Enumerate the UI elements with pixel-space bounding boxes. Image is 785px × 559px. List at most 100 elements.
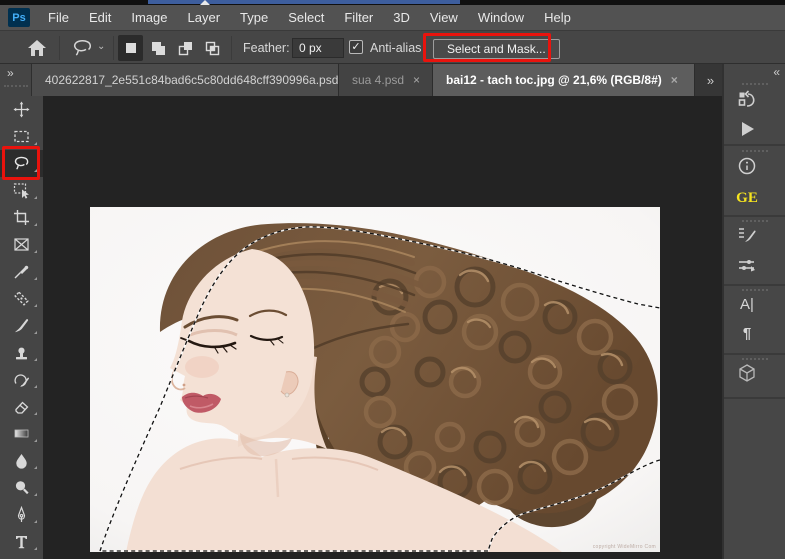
menu-3d[interactable]: 3D <box>383 7 420 28</box>
tab-overflow-icon[interactable]: » <box>697 64 722 96</box>
clone-stamp-tool[interactable] <box>0 339 43 366</box>
flyout-indicator <box>34 169 37 172</box>
flyout-indicator <box>34 466 37 469</box>
panel-group-grip[interactable] <box>742 150 768 152</box>
menu-select[interactable]: Select <box>278 7 334 28</box>
menu-type[interactable]: Type <box>230 7 278 28</box>
eyedropper-tool[interactable] <box>0 258 43 285</box>
history-brush-tool[interactable] <box>0 366 43 393</box>
brush-settings-panel-icon[interactable] <box>733 222 761 248</box>
toolbar-expand-icon[interactable]: » <box>7 66 14 80</box>
menu-layer[interactable]: Layer <box>178 7 231 28</box>
document-tab-2[interactable]: sua 4.psd × <box>339 64 433 96</box>
flyout-indicator <box>34 547 37 550</box>
pen-tool[interactable] <box>0 501 43 528</box>
separator <box>59 36 60 60</box>
flyout-indicator <box>34 331 37 334</box>
object-selection-tool[interactable] <box>0 177 43 204</box>
panel-divider <box>724 284 785 286</box>
tool-options-bar: ⌄ Feather: ✓ Anti-alias Select and Mask.… <box>0 30 785 64</box>
separator <box>231 36 232 60</box>
eraser-tool[interactable] <box>0 393 43 420</box>
select-and-mask-button[interactable]: Select and Mask... <box>433 39 560 59</box>
menu-help[interactable]: Help <box>534 7 581 28</box>
menu-file[interactable]: File <box>38 7 79 28</box>
type-tool[interactable] <box>0 528 43 555</box>
add-to-selection-mode-button[interactable] <box>145 35 170 61</box>
tab-title: 402622817_2e551c84bad6c5c80dd648cff39099… <box>45 73 339 87</box>
menu-bar: Ps File Edit Image Layer Type Select Fil… <box>0 5 785 30</box>
crop-tool[interactable] <box>0 204 43 231</box>
anti-alias-checkbox[interactable]: ✓ <box>349 40 363 54</box>
flyout-indicator <box>34 142 37 145</box>
document-tab-3-active[interactable]: bai12 - tach toc.jpg @ 21,6% (RGB/8#) × <box>433 64 695 96</box>
new-selection-mode-button[interactable] <box>118 35 143 61</box>
flyout-indicator <box>34 223 37 226</box>
home-icon[interactable] <box>26 38 48 58</box>
dock-collapse-icon[interactable]: « <box>773 65 780 79</box>
flyout-indicator <box>34 439 37 442</box>
path-selection-tool[interactable] <box>0 555 43 559</box>
portrait-photo <box>90 207 660 552</box>
tools-panel <box>0 96 43 559</box>
menu-filter[interactable]: Filter <box>334 7 383 28</box>
flyout-indicator <box>34 493 37 496</box>
background-window-strip <box>148 0 460 4</box>
photoshop-window: Ps File Edit Image Layer Type Select Fil… <box>0 0 785 559</box>
lasso-tool-icon[interactable] <box>70 38 94 58</box>
paragraph-panel-icon[interactable]: ¶ <box>733 320 761 346</box>
brush-tool[interactable] <box>0 312 43 339</box>
tab-title: bai12 - tach toc.jpg @ 21,6% (RGB/8#) <box>446 73 662 87</box>
spot-healing-brush-tool[interactable] <box>0 285 43 312</box>
menu-image[interactable]: Image <box>121 7 177 28</box>
panel-group-grip[interactable] <box>742 83 768 85</box>
panel-dock: « GE A| ¶ <box>722 64 785 559</box>
intersect-selection-mode-button[interactable] <box>199 35 224 61</box>
menu-window[interactable]: Window <box>468 7 534 28</box>
document-tab-1[interactable]: 402622817_2e551c84bad6c5c80dd648cff39099… <box>32 64 339 96</box>
photo-watermark: copyright WideMirro Com <box>592 544 656 550</box>
menu-view[interactable]: View <box>420 7 468 28</box>
flyout-indicator <box>34 250 37 253</box>
chevron-down-icon[interactable]: ⌄ <box>97 41 105 52</box>
character-panel-icon[interactable]: A| <box>733 291 761 317</box>
anti-alias-label: Anti-alias <box>370 41 422 55</box>
3d-panel-icon[interactable] <box>733 360 761 386</box>
document-image[interactable]: copyright WideMirro Com <box>90 207 660 552</box>
toolbar-grip[interactable] <box>4 85 28 87</box>
toolbar-header[interactable]: » <box>0 64 32 96</box>
flyout-indicator <box>34 358 37 361</box>
panel-divider <box>724 353 785 355</box>
panel-divider <box>724 397 785 399</box>
menu-edit[interactable]: Edit <box>79 7 121 28</box>
close-icon[interactable]: × <box>671 73 678 87</box>
brushes-panel-icon[interactable] <box>733 252 761 278</box>
ge-plugin-panel-icon[interactable]: GE <box>733 185 761 211</box>
flyout-indicator <box>34 520 37 523</box>
lasso-tool-active[interactable] <box>0 150 43 177</box>
flyout-indicator <box>34 277 37 280</box>
panel-divider <box>724 144 785 146</box>
photoshop-logo: Ps <box>8 8 30 27</box>
feather-input[interactable] <box>292 38 344 58</box>
flyout-indicator <box>34 196 37 199</box>
tab-title: sua 4.psd <box>352 73 405 87</box>
actions-panel-icon[interactable] <box>733 116 761 142</box>
canvas-area[interactable]: copyright WideMirro Com <box>43 96 722 559</box>
flyout-indicator <box>34 385 37 388</box>
history-panel-icon[interactable] <box>733 87 761 113</box>
dodge-tool[interactable] <box>0 474 43 501</box>
subtract-from-selection-mode-button[interactable] <box>172 35 197 61</box>
separator <box>113 36 114 60</box>
feather-label: Feather: <box>243 41 290 55</box>
rectangular-marquee-tool[interactable] <box>0 123 43 150</box>
gradient-tool[interactable] <box>0 420 43 447</box>
blur-tool[interactable] <box>0 447 43 474</box>
flyout-indicator <box>34 304 37 307</box>
panel-divider <box>724 215 785 217</box>
close-icon[interactable]: × <box>413 73 420 87</box>
move-tool[interactable] <box>0 96 43 123</box>
frame-tool[interactable] <box>0 231 43 258</box>
info-panel-icon[interactable] <box>733 153 761 179</box>
flyout-indicator <box>34 412 37 415</box>
